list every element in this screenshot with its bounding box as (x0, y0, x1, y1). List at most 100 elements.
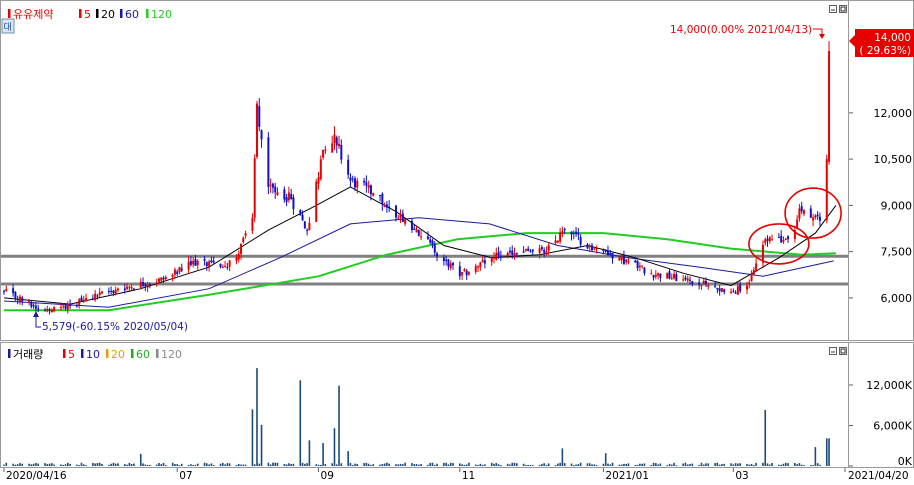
minimize-icon[interactable] (829, 5, 837, 13)
maximize-button[interactable] (839, 5, 847, 13)
candle-body (798, 208, 801, 219)
candle-body (196, 260, 199, 266)
volume-bar (253, 464, 256, 466)
candle-body (659, 273, 662, 278)
candle-body (59, 307, 62, 309)
candle-body (463, 269, 466, 271)
volume-bar (324, 464, 327, 466)
minimize-icon[interactable] (829, 347, 837, 355)
candle-body (157, 278, 160, 282)
side-tab[interactable]: 대 (1, 18, 15, 34)
volume-bar (363, 463, 365, 466)
candle-body (570, 231, 573, 235)
candle-body (802, 210, 805, 214)
volume-bar (716, 462, 719, 466)
candle-body (205, 262, 208, 266)
volume-bar (545, 464, 548, 466)
volume-bar (333, 428, 336, 466)
candle-body (308, 222, 311, 231)
volume-bar (655, 463, 657, 466)
volume-bar (500, 465, 502, 467)
volume-bar (283, 464, 286, 466)
date-tick-label: 07 (179, 470, 192, 481)
volume-bar (158, 462, 160, 466)
volume-bar (367, 463, 370, 466)
candle-body (707, 285, 710, 287)
volume-bar (304, 463, 306, 466)
candle-body (385, 204, 388, 208)
volume-bar (657, 464, 659, 466)
volume-bar (557, 463, 559, 466)
volume-bar (459, 463, 461, 466)
price-tick-label: 6,000 (881, 292, 913, 305)
volume-bar (627, 463, 630, 466)
candle-body (173, 269, 176, 275)
candle-body (777, 237, 780, 239)
volume-bar (497, 464, 500, 466)
volume-bar (128, 462, 131, 466)
volume-bar (96, 463, 99, 466)
ma5-legend-label: 5 (84, 8, 91, 21)
candle-body (641, 265, 644, 267)
candle-body (547, 245, 550, 251)
volume-bar (349, 462, 352, 466)
candle-body (21, 297, 24, 302)
volume-bar (666, 465, 669, 467)
candle-body (178, 267, 181, 272)
volume-bar (670, 464, 673, 466)
volume-bar (593, 464, 596, 466)
volume-maximize-button[interactable] (839, 347, 847, 355)
volume-bar (413, 464, 416, 466)
volume-bar (650, 464, 653, 466)
volume-bar (737, 463, 739, 466)
ma5-legend-marker (79, 9, 82, 18)
volume-bar (85, 465, 87, 467)
volume-bar (525, 464, 527, 466)
candle-body (5, 289, 8, 292)
candle-body (53, 307, 56, 312)
volume-bar (142, 463, 144, 466)
minimize-button[interactable] (829, 5, 837, 13)
volume-bar (221, 462, 224, 466)
candle-body (595, 248, 598, 250)
vma60-legend-label: 60 (136, 348, 150, 361)
volume-bar (618, 464, 621, 466)
candle-body (668, 271, 671, 279)
vma10-legend-marker (81, 349, 84, 358)
volume-bar (682, 463, 684, 466)
candle-body (126, 286, 129, 289)
candle-body (240, 243, 243, 255)
candle-body (48, 309, 51, 311)
volume-bar (347, 451, 349, 466)
candle-body (586, 244, 589, 249)
volume-bar (591, 464, 593, 466)
volume-bar (493, 463, 495, 466)
volume-bar (146, 464, 149, 466)
volume-bar (212, 464, 215, 466)
candle-body (764, 239, 767, 243)
candle-body (543, 249, 546, 253)
candle-body (618, 257, 621, 261)
candle-body (285, 197, 288, 202)
side-tab-label: 대 (4, 22, 12, 33)
candle-body (816, 214, 819, 217)
volume-minimize-button[interactable] (829, 347, 837, 355)
volume-bar (299, 380, 302, 466)
volume-bar (636, 464, 639, 466)
candle-body (511, 250, 514, 255)
candle-body (814, 215, 817, 218)
candle-body (235, 257, 238, 261)
volume-bar (561, 448, 564, 466)
candle-body (116, 288, 119, 291)
volume-bar (732, 464, 735, 466)
volume-bar (463, 464, 466, 466)
candle-body (37, 308, 40, 310)
volume-bar (541, 464, 543, 466)
volume-bar (625, 463, 628, 466)
candle-body (210, 260, 213, 263)
candle-body (752, 270, 755, 276)
volume-bar (76, 464, 78, 466)
volume-bar (639, 463, 641, 466)
candle-body (700, 285, 703, 287)
candle-body (335, 137, 338, 146)
